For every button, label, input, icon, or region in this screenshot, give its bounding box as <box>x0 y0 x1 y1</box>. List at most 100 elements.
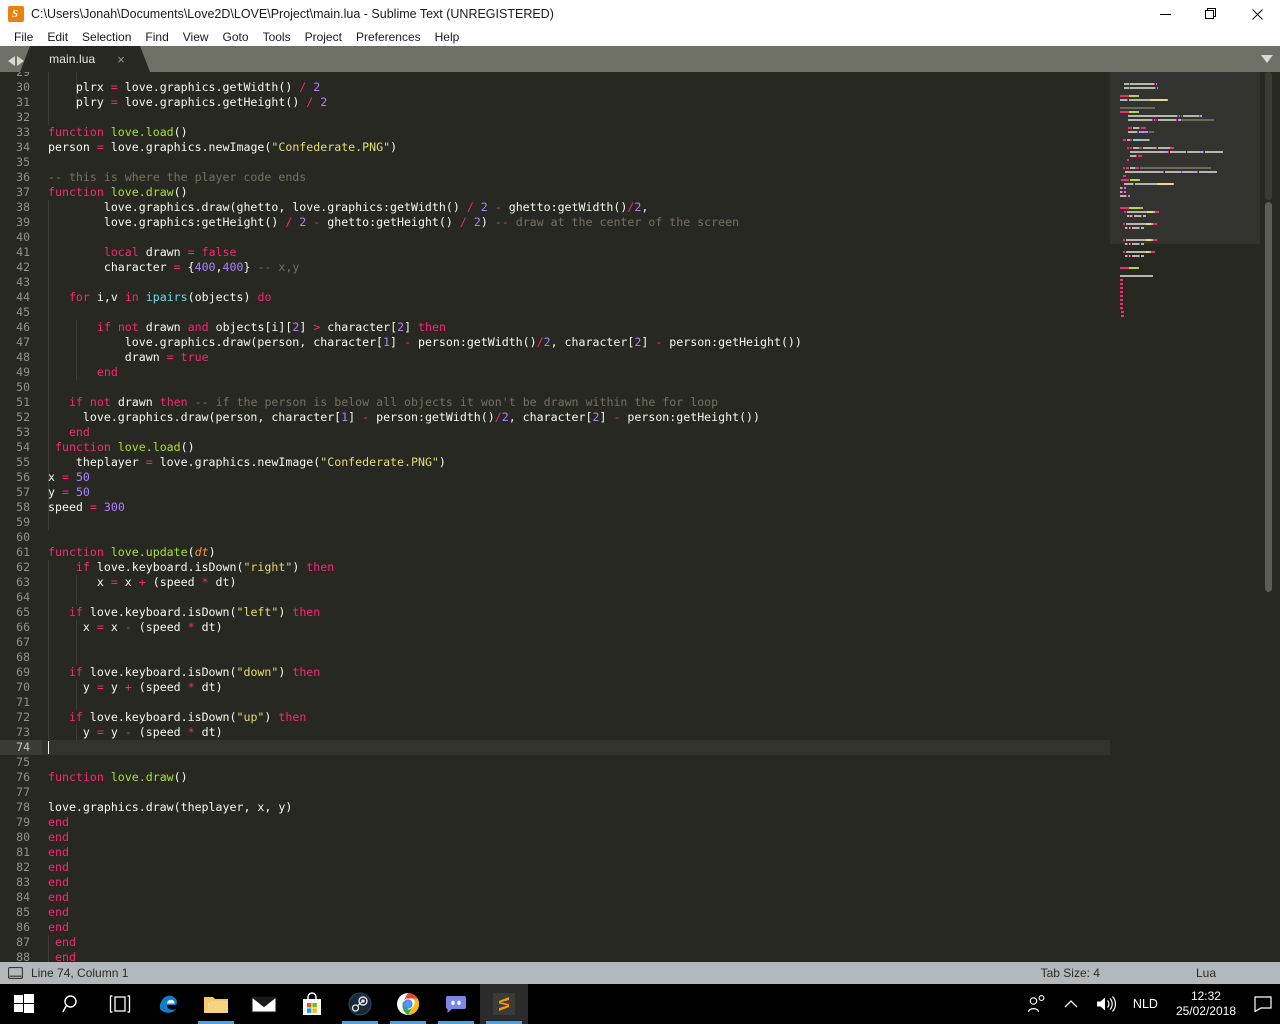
syntax-indicator[interactable]: Lua <box>1196 966 1216 980</box>
code-line[interactable]: 42 character = {400,400} -- x,y <box>0 260 1110 275</box>
code-line[interactable]: 59 <box>0 515 1110 530</box>
code-line[interactable]: 62 if love.keyboard.isDown("right") then <box>0 560 1110 575</box>
code-line[interactable]: 60 <box>0 530 1110 545</box>
code-line[interactable]: 32 <box>0 110 1110 125</box>
code-area[interactable]: 29 30 plrx = love.graphics.getWidth() / 2… <box>0 72 1110 962</box>
code-line[interactable]: 69 if love.keyboard.isDown("down") then <box>0 665 1110 680</box>
code-line[interactable]: 29 <box>0 72 1110 80</box>
speaker-icon[interactable] <box>1087 984 1125 1024</box>
menu-item-project[interactable]: Project <box>298 29 349 46</box>
code-line[interactable]: 75 <box>0 755 1110 770</box>
code-line[interactable]: 41 local drawn = false <box>0 245 1110 260</box>
sublime-text-button[interactable] <box>480 984 528 1024</box>
code-line[interactable]: 49 end <box>0 365 1110 380</box>
code-line[interactable]: 33 function love.load() <box>0 125 1110 140</box>
menu-item-goto[interactable]: Goto <box>216 29 256 46</box>
code-line[interactable]: 48 drawn = true <box>0 350 1110 365</box>
code-line[interactable]: 86 end <box>0 920 1110 935</box>
code-line[interactable]: 77 <box>0 785 1110 800</box>
menu-item-file[interactable]: File <box>7 29 40 46</box>
people-icon[interactable] <box>1018 984 1055 1024</box>
tab-size-indicator[interactable]: Tab Size: 4 <box>1041 966 1100 980</box>
chevron-up-icon[interactable] <box>1055 984 1087 1024</box>
code-line[interactable]: 87 end <box>0 935 1110 950</box>
minimap[interactable] <box>1110 72 1260 962</box>
code-line[interactable]: 52 love.graphics.draw(person, character[… <box>0 410 1110 425</box>
menu-item-help[interactable]: Help <box>428 29 467 46</box>
code-line[interactable]: 68 <box>0 650 1110 665</box>
editor-scrollbar[interactable] <box>1264 72 1273 962</box>
code-line[interactable]: 82 end <box>0 860 1110 875</box>
editor[interactable]: 29 30 plrx = love.graphics.getWidth() / 2… <box>0 72 1280 962</box>
code-line[interactable]: 56 x = 50 <box>0 470 1110 485</box>
code-line[interactable]: 76 function love.draw() <box>0 770 1110 785</box>
code-line[interactable]: 50 <box>0 380 1110 395</box>
tab-overflow-button[interactable] <box>1254 46 1280 72</box>
microsoft-store-button[interactable] <box>288 984 336 1024</box>
code-line[interactable]: 66 x = x - (speed * dt) <box>0 620 1110 635</box>
mail-button[interactable] <box>240 984 288 1024</box>
clock[interactable]: 12:32 25/02/2018 <box>1166 984 1246 1024</box>
menu-item-find[interactable]: Find <box>138 29 175 46</box>
search-button[interactable] <box>48 984 96 1024</box>
close-button[interactable] <box>1234 0 1280 28</box>
code-line[interactable]: 61 function love.update(dt) <box>0 545 1110 560</box>
code-line[interactable]: 85 end <box>0 905 1110 920</box>
minimize-button[interactable] <box>1142 0 1188 28</box>
code-line[interactable]: 38 love.graphics.draw(ghetto, love.graph… <box>0 200 1110 215</box>
code-line[interactable]: 34 person = love.graphics.newImage("Confe… <box>0 140 1110 155</box>
restore-button[interactable] <box>1188 0 1234 28</box>
steam-button[interactable] <box>336 984 384 1024</box>
code-line[interactable]: 83 end <box>0 875 1110 890</box>
file-explorer-button[interactable] <box>192 984 240 1024</box>
menu-item-preferences[interactable]: Preferences <box>349 29 428 46</box>
code-line[interactable]: 72 if love.keyboard.isDown("up") then <box>0 710 1110 725</box>
code-line[interactable]: 54 function love.load() <box>0 440 1110 455</box>
code-line[interactable]: 35 <box>0 155 1110 170</box>
menu-item-edit[interactable]: Edit <box>40 29 75 46</box>
task-view-button[interactable] <box>96 984 144 1024</box>
code-line[interactable]: 40 <box>0 230 1110 245</box>
menu-item-tools[interactable]: Tools <box>256 29 298 46</box>
close-icon[interactable]: × <box>117 53 125 66</box>
code-line[interactable]: 78 love.graphics.draw(theplayer, x, y) <box>0 800 1110 815</box>
code-line[interactable]: 43 <box>0 275 1110 290</box>
code-line[interactable]: 37 function love.draw() <box>0 185 1110 200</box>
code-line[interactable]: 46 if not drawn and objects[i][2] > char… <box>0 320 1110 335</box>
code-line[interactable]: 39 love.graphics:getHeight() / 2 - ghett… <box>0 215 1110 230</box>
code-line[interactable]: 57 y = 50 <box>0 485 1110 500</box>
menu-item-selection[interactable]: Selection <box>75 29 138 46</box>
code-line[interactable]: 30 plrx = love.graphics.getWidth() / 2 <box>0 80 1110 95</box>
console-icon[interactable] <box>8 967 23 979</box>
code-line[interactable]: 79 end <box>0 815 1110 830</box>
code-line[interactable]: 51 if not drawn then -- if the person is… <box>0 395 1110 410</box>
code-line[interactable]: 63 x = x + (speed * dt) <box>0 575 1110 590</box>
code-line[interactable]: 88 end <box>0 950 1110 962</box>
start-button[interactable] <box>0 984 48 1024</box>
menu-item-view[interactable]: View <box>176 29 216 46</box>
chrome-button[interactable] <box>384 984 432 1024</box>
code-line[interactable]: 80 end <box>0 830 1110 845</box>
code-line[interactable]: 47 love.graphics.draw(person, character[… <box>0 335 1110 350</box>
code-line[interactable]: 71 <box>0 695 1110 710</box>
scrollbar-thumb[interactable] <box>1265 202 1272 592</box>
edge-button[interactable] <box>144 984 192 1024</box>
code-line[interactable]: 31 plry = love.graphics.getHeight() / 2 <box>0 95 1110 110</box>
action-center-button[interactable] <box>1246 984 1280 1024</box>
code-line[interactable]: 64 <box>0 590 1110 605</box>
code-line[interactable]: 36 -- this is where the player code ends <box>0 170 1110 185</box>
code-line[interactable]: 55 theplayer = love.graphics.newImage("C… <box>0 455 1110 470</box>
code-line[interactable]: 58 speed = 300 <box>0 500 1110 515</box>
code-line[interactable]: 65 if love.keyboard.isDown("left") then <box>0 605 1110 620</box>
code-line[interactable]: 45 <box>0 305 1110 320</box>
code-line[interactable]: 81 end <box>0 845 1110 860</box>
code-line[interactable]: 44 for i,v in ipairs(objects) do <box>0 290 1110 305</box>
code-line[interactable]: 84 end <box>0 890 1110 905</box>
language-indicator[interactable]: NLD <box>1125 997 1166 1011</box>
code-line[interactable]: 53 end <box>0 425 1110 440</box>
code-line[interactable]: 67 <box>0 635 1110 650</box>
arrow-left-icon[interactable] <box>8 56 15 66</box>
code-line[interactable]: 74 <box>0 740 1110 755</box>
code-line[interactable]: 73 y = y - (speed * dt) <box>0 725 1110 740</box>
code-line[interactable]: 70 y = y + (speed * dt) <box>0 680 1110 695</box>
